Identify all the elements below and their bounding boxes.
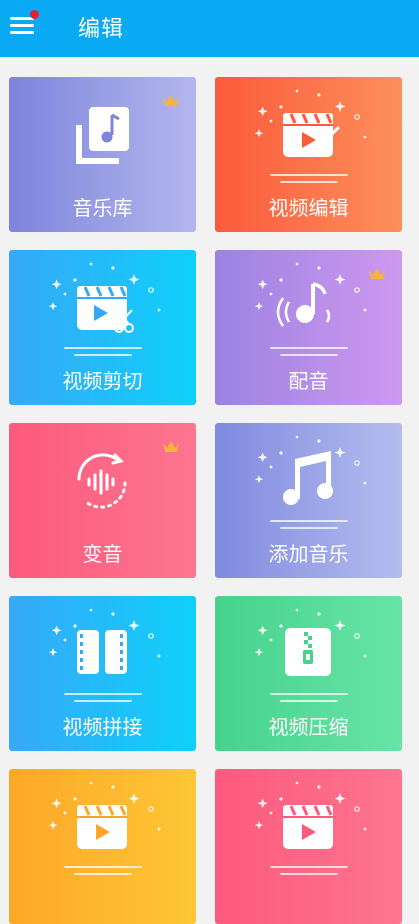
tool-card[interactable] — [215, 769, 402, 924]
tool-card-label: 添加音乐 — [268, 542, 349, 566]
hamburger-menu-icon-bar — [10, 31, 34, 34]
app-header: 编辑 — [0, 0, 419, 57]
premium-crown-icon — [162, 93, 180, 112]
tool-card[interactable]: 添加音乐 — [215, 423, 402, 578]
notification-dot — [30, 10, 39, 19]
tool-card-label: 视频编辑 — [268, 196, 349, 220]
tool-card[interactable]: 视频压缩 — [215, 596, 402, 751]
tool-card[interactable]: 视频编辑 — [215, 77, 402, 232]
tool-card-label: 视频压缩 — [268, 715, 349, 739]
tool-card-label: 视频剪切 — [62, 369, 143, 393]
premium-crown-icon — [368, 266, 386, 285]
tool-card-label: 音乐库 — [72, 196, 133, 220]
page-title: 编辑 — [78, 17, 125, 42]
tool-card[interactable]: 配音 — [215, 250, 402, 405]
hamburger-menu-icon-bar — [10, 24, 34, 27]
tool-card-label: 配音 — [288, 369, 329, 393]
tool-card[interactable]: 音乐库 — [9, 77, 196, 232]
menu-button[interactable] — [10, 10, 39, 37]
tool-card-label: 变音 — [82, 542, 123, 566]
tool-card[interactable]: 变音 — [9, 423, 196, 578]
premium-crown-icon — [162, 439, 180, 458]
tool-card[interactable] — [9, 769, 196, 924]
tool-card-label: 视频拼接 — [62, 715, 143, 739]
tool-card[interactable]: 视频拼接 — [9, 596, 196, 751]
tool-card[interactable]: 视频剪切 — [9, 250, 196, 405]
